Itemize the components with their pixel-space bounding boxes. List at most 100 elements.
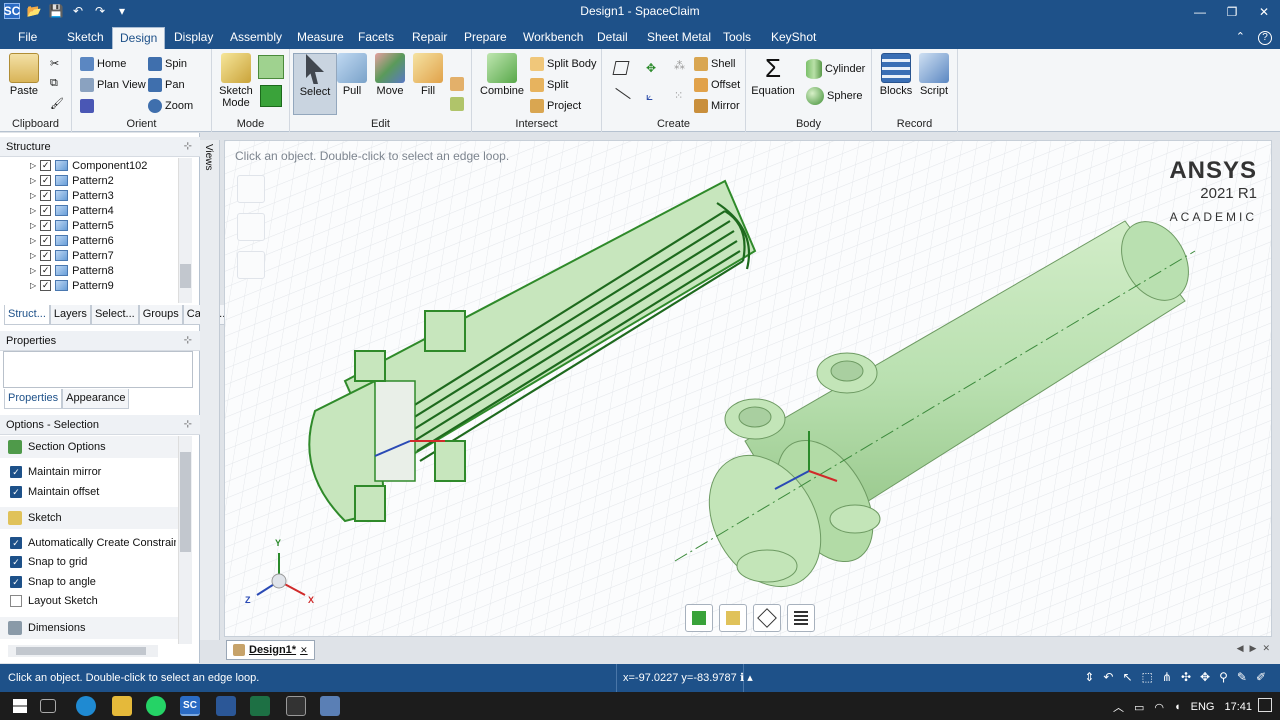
structure-scrollbar[interactable] [178, 158, 192, 303]
tab-design[interactable]: Design [112, 27, 166, 49]
tree-item[interactable]: ▷ ✓ Pattern7 [30, 248, 114, 263]
tab-measure[interactable]: Measure [297, 30, 344, 44]
app-icon[interactable] [286, 696, 306, 716]
tab-appearance[interactable]: Appearance [62, 389, 130, 409]
checkbox-checked[interactable]: ✓ [10, 537, 22, 549]
orbit-icon[interactable]: ✣ [1181, 670, 1191, 684]
tab-facets[interactable]: Facets [358, 30, 394, 44]
maintain-offset-option[interactable]: ✓ Maintain offset [10, 486, 99, 498]
maximize-button[interactable]: ❐ [1216, 0, 1248, 24]
tree-item[interactable]: ▷ ✓ Pattern9 [30, 278, 114, 293]
start-icon[interactable] [10, 696, 30, 716]
shell-button[interactable]: Shell [694, 57, 735, 71]
cylinder-button[interactable]: Cylinder [806, 59, 865, 79]
volume-icon[interactable]: ◖ [1174, 701, 1181, 713]
mirror-button[interactable]: Mirror [694, 99, 740, 113]
home-button[interactable]: Home [80, 57, 126, 71]
expand-icon[interactable]: ▷ [30, 221, 36, 230]
pencil-alt-icon[interactable]: ✐ [1256, 670, 1266, 684]
replace-icon[interactable] [450, 57, 464, 71]
fill-button[interactable]: Fill [406, 53, 450, 97]
section-mode-icon[interactable] [258, 55, 284, 79]
pin-icon[interactable]: ⊹ [184, 419, 192, 430]
3d-mode-icon[interactable] [260, 85, 282, 107]
scroll-thumb[interactable] [180, 264, 191, 288]
paint-icon[interactable] [320, 696, 340, 716]
snap-icon[interactable]: ⋔ [1162, 670, 1172, 684]
view-cube-button[interactable] [80, 99, 94, 113]
split-button[interactable]: Split [530, 78, 568, 92]
file-explorer-icon[interactable] [112, 696, 132, 716]
project-button[interactable]: Project [530, 99, 581, 113]
scroll-thumb[interactable] [16, 647, 146, 655]
tree-item[interactable]: ▷ ✓ Pattern2 [30, 173, 114, 188]
checkbox-checked[interactable]: ✓ [10, 556, 22, 568]
cut-icon[interactable]: ✂ [50, 57, 59, 70]
tree-item[interactable]: ▷ ✓ Pattern8 [30, 263, 114, 278]
expand-icon[interactable]: ▷ [30, 191, 36, 200]
visibility-checkbox[interactable]: ✓ [40, 160, 52, 171]
tab-sketch[interactable]: Sketch [67, 30, 104, 44]
tab-detail[interactable]: Detail [597, 30, 628, 44]
word-icon[interactable] [216, 696, 236, 716]
tree-item[interactable]: ▷ ✓ Pattern4 [30, 203, 114, 218]
tab-next-icon[interactable]: ▶ [1250, 643, 1257, 654]
equation-button[interactable]: Σ Equation [750, 53, 796, 97]
language-indicator[interactable]: ENG [1191, 701, 1215, 713]
tab-tools[interactable]: Tools [723, 30, 751, 44]
combine-button[interactable]: Combine [480, 53, 524, 97]
tab-close-icon[interactable]: ✕ [1262, 643, 1270, 654]
pan-icon[interactable]: ✥ [1200, 670, 1210, 684]
tab-prepare[interactable]: Prepare [464, 30, 507, 44]
tweak-face-icon[interactable] [450, 77, 464, 91]
snap-to-grid-option[interactable]: ✓ Snap to grid [10, 556, 87, 568]
tab-workbench[interactable]: Workbench [523, 30, 583, 44]
checkbox-checked[interactable]: ✓ [10, 576, 22, 588]
network-icon[interactable]: ◠ [1154, 701, 1164, 714]
checkbox-checked[interactable]: ✓ [10, 486, 22, 498]
collapse-ribbon-icon[interactable]: ⌃ [1236, 31, 1245, 43]
tab-assembly[interactable]: Assembly [230, 30, 282, 44]
notifications-icon[interactable] [1258, 698, 1272, 712]
solid-mode-icon[interactable] [685, 604, 713, 632]
offset-button[interactable]: Offset [694, 78, 740, 92]
visibility-checkbox[interactable]: ✓ [40, 265, 52, 276]
origin-icon[interactable]: ✥ [646, 61, 656, 75]
visibility-checkbox[interactable]: ✓ [40, 250, 52, 261]
zoom-button[interactable]: Zoom [148, 99, 193, 113]
info-icon[interactable]: ℹ ▴ [740, 671, 753, 684]
plane-icon[interactable] [612, 61, 630, 75]
pin-icon[interactable]: ⊹ [184, 141, 192, 152]
auto-constraints-option[interactable]: ✓ Automatically Create Constraints [10, 537, 176, 549]
options-scrollbar[interactable] [178, 436, 192, 644]
tab-layers[interactable]: Layers [49, 305, 91, 325]
clock[interactable]: 17:41 [1224, 701, 1252, 713]
tree-item[interactable]: ▷ ✓ Pattern3 [30, 188, 114, 203]
checkbox-unchecked[interactable] [10, 595, 22, 607]
spaceclaim-taskbar-icon[interactable]: SC [180, 696, 200, 716]
tray-chevron-icon[interactable]: ︿ [1113, 699, 1124, 715]
minimize-button[interactable]: — [1184, 0, 1216, 24]
task-view-icon[interactable] [40, 699, 56, 713]
visibility-checkbox[interactable]: ✓ [40, 220, 52, 231]
visibility-checkbox[interactable]: ✓ [40, 175, 52, 186]
section-options-header[interactable]: Section Options [0, 436, 178, 458]
expand-icon[interactable]: ▷ [30, 251, 36, 260]
snap-to-angle-option[interactable]: ✓ Snap to angle [10, 576, 96, 588]
sphere-button[interactable]: Sphere [806, 87, 862, 105]
help-icon[interactable]: ? [1258, 31, 1272, 45]
whatsapp-icon[interactable] [146, 696, 166, 716]
scroll-thumb[interactable] [180, 452, 191, 552]
section-view-icon[interactable] [787, 604, 815, 632]
dimensions-header[interactable]: Dimensions [0, 617, 178, 639]
tab-file[interactable]: File [18, 30, 37, 44]
updown-icon[interactable]: ⇕ [1084, 670, 1094, 684]
maintain-mirror-option[interactable]: ✓ Maintain mirror [10, 466, 101, 478]
expand-icon[interactable]: ▷ [30, 206, 36, 215]
edge-icon[interactable] [76, 696, 96, 716]
tree-item[interactable]: ▷ ✓ Pattern5 [30, 218, 114, 233]
model-canvas[interactable] [225, 141, 1272, 637]
visibility-checkbox[interactable]: ✓ [40, 190, 52, 201]
tree-item[interactable]: ▷ ✓ Component102 [30, 158, 147, 173]
paste-button[interactable]: Paste [2, 53, 46, 97]
